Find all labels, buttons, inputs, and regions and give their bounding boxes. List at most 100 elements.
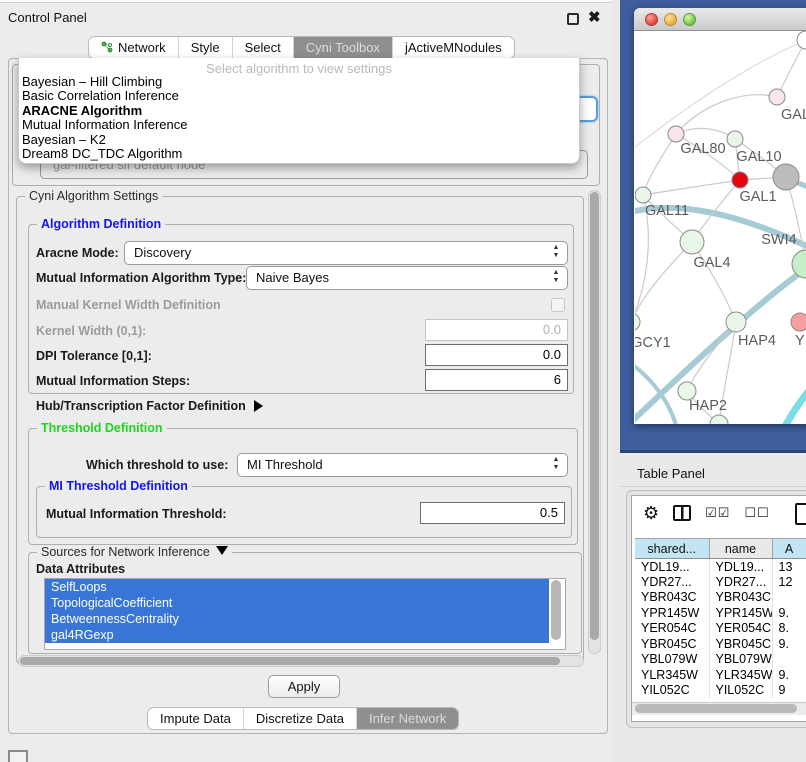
table-cell[interactable]: YBR045C (709, 636, 772, 652)
table-cell[interactable]: YER054C (709, 621, 772, 637)
algorithm-option[interactable]: ARACNE Algorithm (19, 104, 579, 118)
table-cell[interactable]: YDR27... (635, 574, 709, 590)
table-cell[interactable]: YIL052C (709, 683, 772, 699)
algorithm-option[interactable]: Mutual Information Inference (19, 118, 579, 132)
mi-type-combobox[interactable]: Naive Bayes ▲▼ (246, 266, 568, 290)
node-HAP4[interactable] (726, 312, 746, 332)
table-cell[interactable]: 13 (772, 559, 806, 575)
unchecked-pair-icon[interactable]: ☐☐ (744, 505, 769, 521)
tab-infer-network[interactable]: Infer Network (357, 708, 458, 729)
column-header-name[interactable]: name (709, 539, 772, 559)
which-threshold-combobox[interactable]: MI Threshold ▲▼ (237, 453, 568, 477)
table-row[interactable]: YPR145WYPR145W9. (635, 605, 806, 621)
table-hscrollbar-thumb[interactable] (635, 704, 797, 713)
algorithm-option[interactable]: Bayesian – Hill Climbing (19, 75, 579, 89)
table-cell[interactable] (772, 652, 806, 668)
table-cell[interactable] (772, 590, 806, 606)
table-cell[interactable]: 8. (772, 621, 806, 637)
collapsed-panel-icon[interactable] (8, 750, 28, 762)
table-cell[interactable]: 9 (772, 683, 806, 699)
node-GAL80[interactable] (668, 126, 684, 142)
table-cell[interactable]: 9. (772, 605, 806, 621)
table-cell[interactable]: YIL052C (635, 683, 709, 699)
table-cell[interactable]: YDR27... (709, 574, 772, 590)
table-cell[interactable]: YBL079W (635, 652, 709, 668)
tab-impute-data[interactable]: Impute Data (148, 708, 244, 729)
tab-select[interactable]: Select (233, 37, 294, 58)
table-cell[interactable]: YLR345W (709, 667, 772, 683)
node-GAL11[interactable] (635, 187, 651, 203)
mac-close-button[interactable] (645, 13, 658, 26)
table-cell[interactable]: YPR145W (635, 605, 709, 621)
data-attributes-list[interactable]: SelfLoopsTopologicalCoefficientBetweenne… (44, 578, 566, 650)
manual-kernel-checkbox[interactable] (551, 298, 565, 312)
table-row[interactable]: YIL052CYIL052C9 (635, 683, 806, 699)
column-header-A[interactable]: A (772, 539, 806, 559)
table-row[interactable]: YLR345WYLR345W9. (635, 667, 806, 683)
table-cell[interactable]: 9. (772, 667, 806, 683)
column-header-shared[interactable]: shared... (635, 539, 709, 559)
node-attribute-table[interactable]: shared...nameA YDL19...YDL19...13YDR27..… (635, 538, 806, 698)
node-GAL1[interactable] (732, 172, 748, 188)
algorithm-option[interactable]: Bayesian – K2 (19, 133, 579, 147)
table-cell[interactable]: YLR345W (635, 667, 709, 683)
mi-threshold-input[interactable]: 0.5 (420, 502, 565, 524)
table-cell[interactable]: YBR043C (635, 590, 709, 606)
table-row[interactable]: YDL19...YDL19...13 (635, 559, 806, 575)
tab-network[interactable]: Network (89, 37, 179, 58)
table-cell[interactable]: YBR043C (709, 590, 772, 606)
checked-pair-icon[interactable]: ☑☑ (705, 505, 730, 521)
network-graph[interactable]: GALGAL80GAL10GAL1GAL11GAL4SWI4GCY1HAP4YH… (635, 31, 806, 424)
table-row[interactable]: YER054CYER054C8. (635, 621, 806, 637)
attribute-item-selected[interactable]: BetweennessCentrality (45, 611, 549, 627)
table-cell[interactable]: 12 (772, 574, 806, 590)
table-row[interactable]: YBR043CYBR043C (635, 590, 806, 606)
mi-steps-input[interactable]: 6 (425, 369, 568, 391)
table-cell[interactable]: YER054C (635, 621, 709, 637)
gear-icon[interactable]: ⚙ (643, 504, 659, 522)
table-cell[interactable]: 9. (772, 636, 806, 652)
node-cut-top[interactable] (797, 31, 806, 49)
table-cell[interactable]: YDL19... (635, 559, 709, 575)
table-cell[interactable]: YBR045C (635, 636, 709, 652)
hub-definition-toggle[interactable]: Hub/Transcription Factor Definition (36, 399, 263, 413)
node-GAL10[interactable] (727, 131, 743, 147)
apply-button[interactable]: Apply (268, 675, 340, 698)
table-cell[interactable]: YBL079W (709, 652, 772, 668)
kernel-width-input[interactable]: 0.0 (425, 319, 568, 341)
page-icon[interactable] (795, 503, 806, 525)
node-GCY1[interactable] (635, 313, 640, 331)
network-edge (676, 128, 735, 139)
mac-zoom-button[interactable] (683, 13, 696, 26)
close-panel-icon[interactable]: ✖ (588, 8, 601, 26)
attributes-scrollbar[interactable] (551, 580, 561, 640)
attribute-item-selected[interactable]: SelfLoops (45, 579, 549, 595)
tab-jactivemnodules[interactable]: jActiveMNodules (393, 37, 514, 58)
split-columns-icon[interactable] (673, 505, 691, 521)
node-gal-cut[interactable] (769, 89, 785, 105)
table-row[interactable]: YBL079WYBL079W (635, 652, 806, 668)
tab-style[interactable]: Style (179, 37, 233, 58)
attribute-item-selected[interactable]: TopologicalCoefficient (45, 595, 549, 611)
table-cell[interactable]: YPR145W (709, 605, 772, 621)
table-row[interactable]: YBR045CYBR045C9. (635, 636, 806, 652)
dpi-tolerance-input[interactable]: 0.0 (425, 344, 568, 366)
tab-discretize-data[interactable]: Discretize Data (244, 708, 357, 729)
settings-hscrollbar-thumb[interactable] (20, 657, 560, 665)
attribute-item-selected[interactable]: gal4RGexp (45, 627, 549, 643)
table-row[interactable]: YDR27...YDR27...12 (635, 574, 806, 590)
table-cell[interactable]: YDL19... (709, 559, 772, 575)
tab-cyni-toolbox[interactable]: Cyni Toolbox (294, 37, 393, 58)
node-gray[interactable] (773, 164, 799, 190)
node-Y-cut[interactable] (791, 313, 806, 331)
algorithm-option[interactable]: Basic Correlation Inference (19, 89, 579, 103)
mac-minimize-button[interactable] (664, 13, 677, 26)
aracne-mode-combobox[interactable]: Discovery ▲▼ (124, 241, 568, 265)
settings-vscrollbar-thumb[interactable] (590, 192, 599, 640)
sources-toggle[interactable]: Sources for Network Inference (37, 545, 232, 559)
node-cut-bottom[interactable] (710, 415, 728, 424)
float-window-icon[interactable] (567, 13, 579, 25)
network-window-titlebar[interactable] (634, 8, 806, 31)
algorithm-option[interactable]: Dream8 DC_TDC Algorithm (19, 147, 579, 161)
node-GAL4[interactable] (680, 230, 704, 254)
